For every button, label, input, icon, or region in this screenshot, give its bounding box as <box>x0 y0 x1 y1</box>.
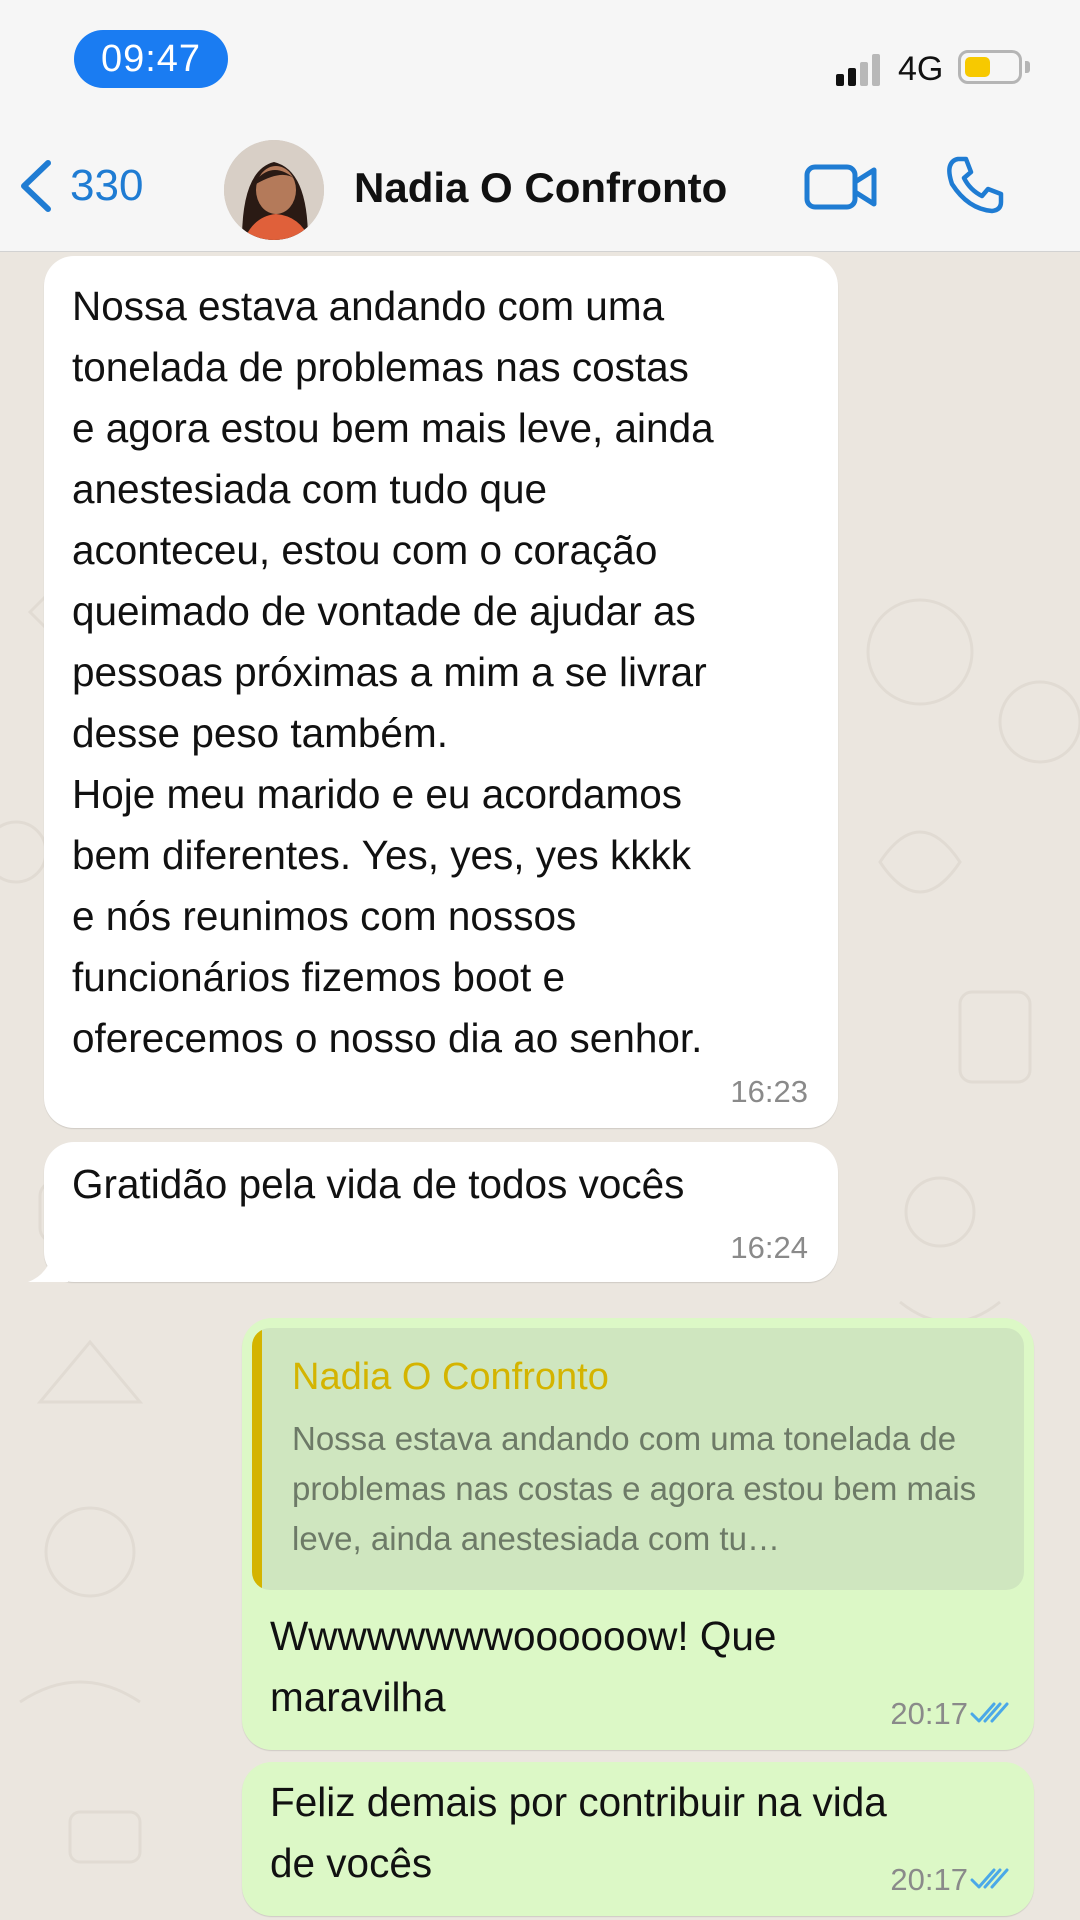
status-bar: 09:47 4G <box>0 0 1080 120</box>
quote-author: Nadia O Confronto <box>292 1356 609 1398</box>
message-bubble-incoming[interactable]: Gratidão pela vida de todos vocês 16:24 <box>44 1142 838 1282</box>
avatar[interactable] <box>224 140 324 240</box>
status-time: 09:47 <box>74 30 228 88</box>
quote-accent-bar <box>252 1328 262 1590</box>
message-text: Nossa estava andando com uma tonelada de… <box>72 283 714 1061</box>
cellular-signal-icon <box>836 54 884 86</box>
back-button[interactable]: 330 <box>18 156 143 216</box>
unread-count: 330 <box>70 161 144 210</box>
video-call-button[interactable] <box>804 160 878 214</box>
bubble-tail <box>28 1246 68 1282</box>
battery-icon <box>958 50 1022 84</box>
double-check-icon <box>970 1702 1009 1723</box>
quoted-message[interactable]: Nadia O Confronto Nossa estava andando c… <box>252 1328 1024 1590</box>
network-type: 4G <box>898 50 944 88</box>
avatar-image <box>224 140 324 240</box>
contact-name[interactable]: Nadia O Confronto <box>354 162 727 214</box>
message-bubble-outgoing[interactable]: Feliz demais por contribuir na vida de v… <box>242 1762 1034 1916</box>
message-bubble-incoming[interactable]: Nossa estava andando com uma tonelada de… <box>44 256 838 1128</box>
quote-text: Nossa estava andando com uma tonelada de… <box>292 1420 977 1557</box>
message-time: 20:17 <box>890 1696 968 1731</box>
message-text: Gratidão pela vida de todos vocês <box>72 1161 685 1207</box>
phone-icon <box>947 156 1004 214</box>
double-check-icon <box>970 1868 1009 1889</box>
message-bubble-outgoing[interactable]: Nadia O Confronto Nossa estava andando c… <box>242 1318 1034 1750</box>
message-time: 16:23 <box>730 1074 808 1109</box>
battery-tip <box>1025 61 1030 73</box>
message-time: 20:17 <box>890 1862 968 1897</box>
video-camera-icon <box>804 164 877 210</box>
battery-level <box>965 57 990 77</box>
chat-header: 330 Nadia O Confronto <box>0 120 1080 252</box>
message-time: 16:24 <box>730 1230 808 1265</box>
voice-call-button[interactable] <box>944 154 1006 216</box>
chevron-left-icon <box>21 160 51 212</box>
